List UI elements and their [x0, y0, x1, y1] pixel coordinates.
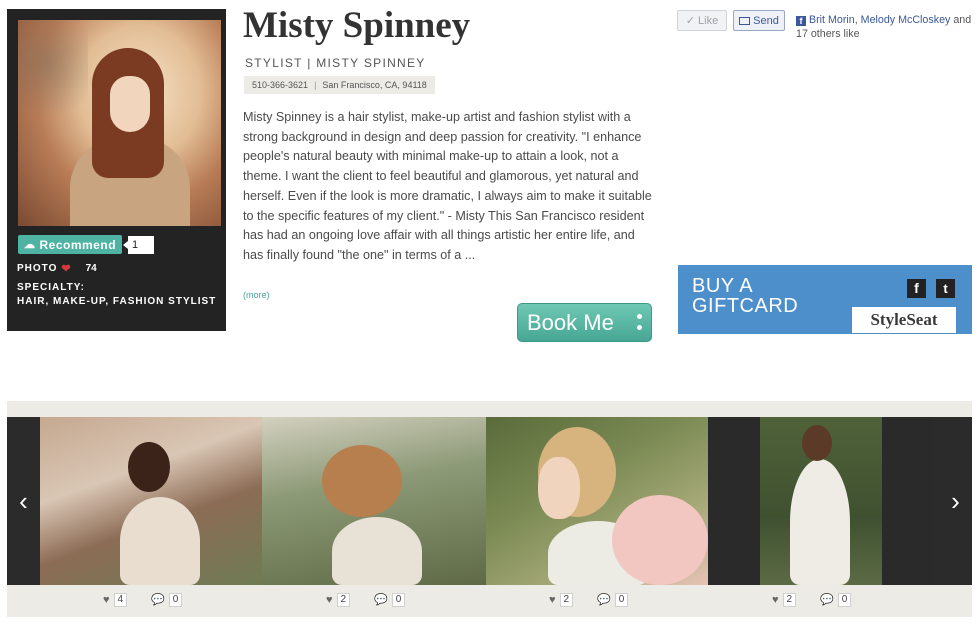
- photo-stats: ♥ 2 💬 0: [326, 592, 406, 607]
- photo-label: PHOTO: [17, 263, 58, 274]
- comment-count: 0: [391, 592, 406, 607]
- heart-icon: ❤: [61, 263, 72, 275]
- contact-separator: |: [314, 80, 317, 90]
- photo-background: [18, 20, 88, 130]
- gallery-photo[interactable]: [486, 417, 708, 585]
- photo-stats: ♥ 2 💬 0: [772, 592, 852, 607]
- gallery-prev-button[interactable]: ‹: [7, 417, 40, 585]
- location: San Francisco, CA, 94118: [322, 80, 427, 90]
- photo-figure: [120, 497, 200, 585]
- book-me-label: Book Me: [527, 309, 614, 335]
- facebook-like-button[interactable]: ✓ Like: [677, 10, 727, 31]
- photo-figure: [538, 457, 580, 519]
- chevron-left-icon: ‹: [19, 485, 28, 516]
- photo-figure: [322, 445, 402, 517]
- recommend-row: ☁ Recommend 1: [18, 235, 155, 254]
- facebook-social-text: f Brit Morin, Melody McCloskey and 17 ot…: [796, 14, 972, 40]
- recommend-button[interactable]: ☁ Recommend: [18, 235, 123, 254]
- facebook-send-button[interactable]: Send: [733, 10, 785, 31]
- more-link[interactable]: (more): [243, 290, 270, 300]
- twitter-icon[interactable]: t: [936, 279, 955, 298]
- facebook-icon[interactable]: f: [907, 279, 926, 298]
- giftcard-title: BUY A GIFTCARD: [692, 275, 799, 317]
- photo-inner: [760, 417, 882, 585]
- photo-figure: [332, 517, 422, 585]
- gallery-photo[interactable]: [708, 417, 934, 585]
- photo-figure: [128, 442, 170, 492]
- like-count: 4: [113, 592, 128, 607]
- friend-link-2[interactable]: Melody McCloskey: [861, 14, 951, 26]
- like-label: Like: [698, 14, 719, 27]
- photo-count-line[interactable]: PHOTO ❤ 74: [17, 262, 97, 275]
- profile-photo[interactable]: [18, 20, 221, 226]
- recommend-label: Recommend: [39, 237, 117, 252]
- comment-icon[interactable]: 💬: [597, 593, 611, 606]
- photo-stats: ♥ 2 💬 0: [549, 592, 629, 607]
- page-title: Misty Spinney: [243, 5, 471, 46]
- giftcard-banner[interactable]: BUY A GIFTCARD f t StyleSeat: [678, 265, 972, 334]
- styleseat-logo: StyleSeat: [852, 307, 956, 333]
- comment-icon[interactable]: 💬: [820, 593, 834, 606]
- photo-flowers: [612, 495, 708, 585]
- comment-count: 0: [614, 592, 629, 607]
- gallery-strip: ‹ ›: [7, 417, 972, 585]
- photo-count: 74: [85, 263, 97, 274]
- gallery-next-button[interactable]: ›: [939, 417, 972, 585]
- check-icon: ✓: [685, 15, 696, 27]
- heart-icon[interactable]: ♥: [103, 594, 110, 606]
- profile-card: ☁ Recommend 1 PHOTO ❤ 74 SPECIALTY: HAIR…: [7, 9, 226, 331]
- send-label: Send: [753, 14, 779, 27]
- photo-stats: ♥ 4 💬 0: [103, 592, 183, 607]
- friend-link-1[interactable]: Brit Morin: [809, 14, 855, 26]
- envelope-icon: [739, 16, 751, 25]
- photo-figure: [802, 425, 832, 461]
- photo-figure: [790, 459, 850, 585]
- contact-bar: 510-366-3621 | San Francisco, CA, 94118: [244, 76, 435, 94]
- gallery-photo[interactable]: [262, 417, 486, 585]
- bio-text: Misty Spinney is a hair stylist, make-up…: [243, 110, 652, 262]
- like-count: 2: [782, 592, 797, 607]
- like-count: 2: [336, 592, 351, 607]
- heart-icon[interactable]: ♥: [772, 594, 779, 606]
- specialty-value: HAIR, MAKE-UP, FASHION STYLIST: [17, 296, 217, 307]
- comment-icon[interactable]: 💬: [151, 593, 165, 606]
- heart-icon[interactable]: ♥: [326, 594, 333, 606]
- comment-count: 0: [168, 592, 183, 607]
- comment-icon[interactable]: 💬: [374, 593, 388, 606]
- cloud-icon: ☁: [24, 239, 36, 251]
- book-me-button[interactable]: Book Me: [517, 303, 652, 342]
- dots-icon: [637, 314, 642, 330]
- chevron-right-icon: ›: [951, 485, 960, 516]
- recommend-count: 1: [123, 235, 155, 254]
- gallery-photo[interactable]: [40, 417, 262, 585]
- facebook-icon: f: [796, 16, 806, 26]
- like-count: 2: [559, 592, 574, 607]
- comment-count: 0: [837, 592, 852, 607]
- photo-figure-face: [110, 76, 150, 132]
- phone-number: 510-366-3621: [252, 80, 309, 90]
- heart-icon[interactable]: ♥: [549, 594, 556, 606]
- specialty-label: SPECIALTY:: [17, 282, 85, 293]
- role-line: STYLIST | MISTY SPINNEY: [245, 56, 426, 70]
- photo-gallery: ‹ › ♥ 4 💬 0 ♥ 2 💬 0 ♥ 2 💬 0 ♥ 2 💬 0: [7, 401, 972, 617]
